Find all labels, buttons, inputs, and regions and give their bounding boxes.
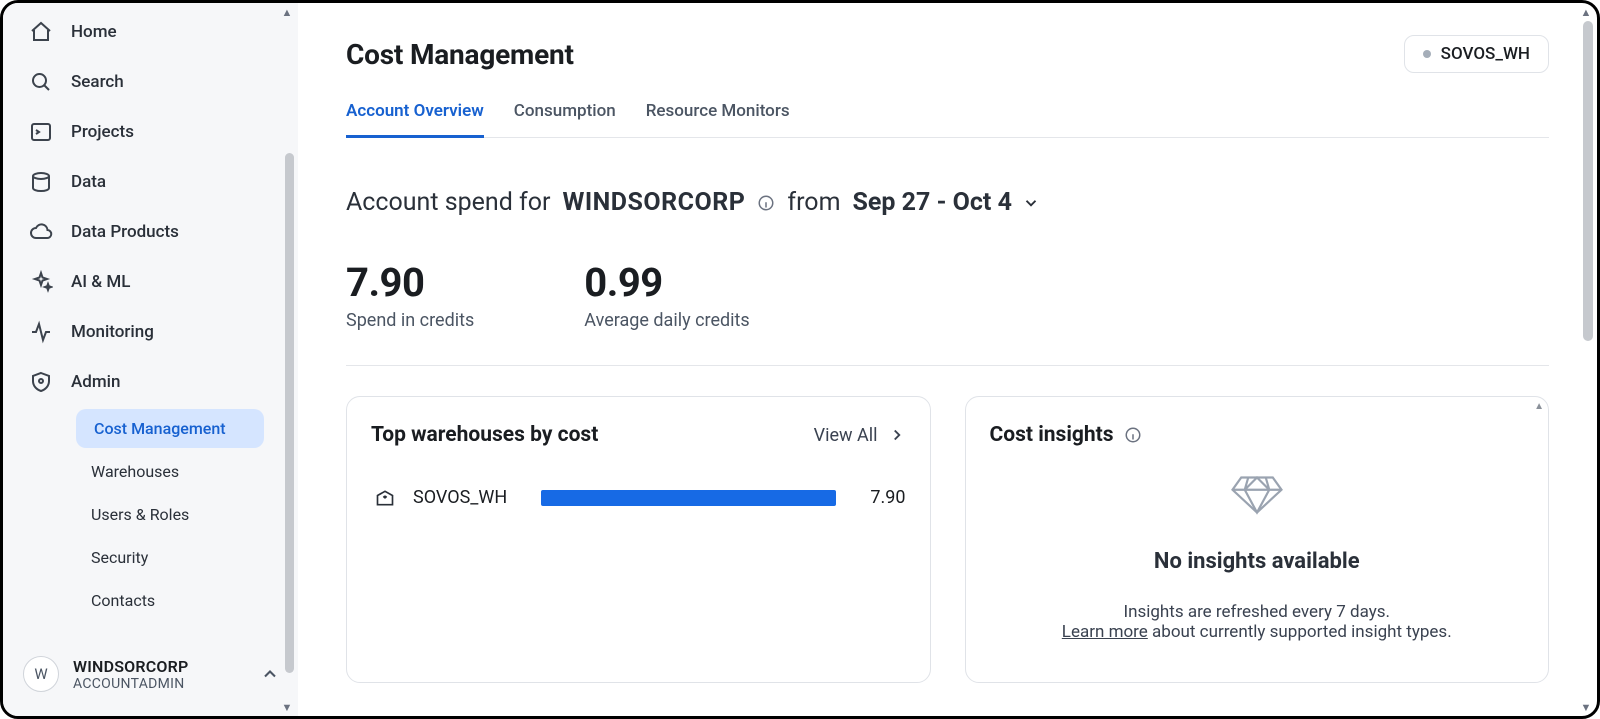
section-divider	[346, 365, 1549, 366]
info-icon[interactable]	[757, 194, 775, 212]
spend-summary: Account spend for WINDSORCORP from Sep 2…	[346, 188, 1549, 217]
nav-item-data-products[interactable]: Data Products	[15, 207, 286, 257]
nav-label: Home	[71, 22, 117, 42]
chevron-right-icon	[888, 426, 906, 444]
admin-subnav: Cost Management Warehouses Users & Roles…	[15, 407, 286, 622]
account-text: WINDSORCORP ACCOUNTADMIN	[73, 657, 188, 692]
nav-label: Search	[71, 72, 124, 92]
warehouse-cost: 7.90	[854, 487, 906, 508]
insights-title: Cost insights	[990, 423, 1114, 447]
warehouse-row[interactable]: SOVOS_WH 7.90	[371, 487, 906, 508]
nav-label: Admin	[71, 372, 120, 392]
tab-account-overview[interactable]: Account Overview	[346, 101, 484, 138]
card-header: Cost insights	[990, 423, 1525, 447]
account-switcher[interactable]: W WINDSORCORP ACCOUNTADMIN	[3, 642, 298, 716]
card-header: Top warehouses by cost View All	[371, 423, 906, 447]
subnav-security[interactable]: Security	[73, 538, 286, 577]
app-frame: ▲ ▼ Home Search Projects	[0, 0, 1600, 719]
main-scrollbar-thumb[interactable]	[1583, 21, 1593, 341]
warehouse-context-pill[interactable]: SOVOS_WH	[1404, 35, 1549, 73]
insights-sub-line1: Insights are refreshed every 7 days.	[1062, 602, 1452, 622]
chevron-up-icon	[260, 664, 280, 684]
nav-label: Data Products	[71, 222, 179, 242]
nav-item-ai-ml[interactable]: AI & ML	[15, 257, 286, 307]
date-range-picker[interactable]: Sep 27 - Oct 4	[853, 188, 1040, 217]
stat-total-label: Spend in credits	[346, 310, 474, 331]
search-icon	[29, 70, 53, 94]
learn-more-link[interactable]: Learn more	[1062, 622, 1148, 642]
stats-row: 7.90 Spend in credits 0.99 Average daily…	[346, 259, 1549, 331]
nav-label: AI & ML	[71, 272, 130, 292]
header-row: Cost Management SOVOS_WH	[346, 27, 1549, 73]
home-icon	[29, 20, 53, 44]
status-dot-icon	[1423, 50, 1431, 58]
sparkle-icon	[29, 270, 53, 294]
nav-label: Monitoring	[71, 322, 154, 342]
warehouse-context-label: SOVOS_WH	[1441, 44, 1530, 64]
stat-avg-label: Average daily credits	[584, 310, 749, 331]
page-title: Cost Management	[346, 38, 574, 71]
insights-sub-tail: about currently supported insight types.	[1148, 622, 1452, 642]
main-wrap: ▲ ▼ Cost Management SOVOS_WH Account Ove…	[298, 3, 1597, 716]
cost-insights-card: ▲ Cost insights	[965, 396, 1550, 683]
activity-icon	[29, 320, 53, 344]
cost-bar	[541, 490, 836, 506]
cloud-icon	[29, 220, 53, 244]
insights-empty-state: No insights available Insights are refre…	[990, 471, 1525, 642]
database-icon	[29, 170, 53, 194]
sidebar-scroll-down-icon[interactable]: ▼	[280, 700, 294, 714]
account-role: ACCOUNTADMIN	[73, 676, 188, 692]
nav-item-data[interactable]: Data	[15, 157, 286, 207]
sidebar: ▲ ▼ Home Search Projects	[3, 3, 298, 716]
stat-avg-credits: 0.99 Average daily credits	[584, 259, 749, 331]
sidebar-scrollbar-track[interactable]: ▲ ▼	[280, 3, 298, 716]
spend-account: WINDSORCORP	[562, 188, 745, 217]
top-warehouses-card: Top warehouses by cost View All SOVOS_WH…	[346, 396, 931, 683]
nav-item-home[interactable]: Home	[15, 7, 286, 57]
warehouse-icon	[375, 488, 395, 508]
nav-label: Data	[71, 172, 106, 192]
insights-subtext: Insights are refreshed every 7 days. Lea…	[1062, 602, 1452, 642]
spend-prefix: Account spend for	[346, 188, 550, 217]
stat-total-credits: 7.90 Spend in credits	[346, 259, 474, 331]
view-all-button[interactable]: View All	[814, 425, 906, 446]
chevron-down-icon	[1022, 194, 1040, 212]
nav-item-search[interactable]: Search	[15, 57, 286, 107]
diamond-icon	[1229, 471, 1285, 527]
subnav-warehouses[interactable]: Warehouses	[73, 452, 286, 491]
main-scroll-down-icon[interactable]: ▼	[1579, 700, 1593, 714]
main-scroll-up-icon[interactable]: ▲	[1579, 5, 1593, 19]
nav: Home Search Projects Data	[3, 3, 298, 642]
card-title: Top warehouses by cost	[371, 423, 598, 447]
main: Cost Management SOVOS_WH Account Overvie…	[298, 3, 1597, 716]
no-insights-headline: No insights available	[1154, 549, 1360, 574]
tab-consumption[interactable]: Consumption	[514, 101, 616, 138]
subnav-users-roles[interactable]: Users & Roles	[73, 495, 286, 534]
nav-item-projects[interactable]: Projects	[15, 107, 286, 157]
date-range-label: Sep 27 - Oct 4	[853, 188, 1012, 217]
nav-item-admin[interactable]: Admin	[15, 357, 286, 407]
nav-item-monitoring[interactable]: Monitoring	[15, 307, 286, 357]
card-title: Cost insights	[990, 423, 1142, 447]
warehouse-name: SOVOS_WH	[413, 487, 523, 508]
tabs: Account Overview Consumption Resource Mo…	[346, 101, 1549, 138]
subnav-cost-management[interactable]: Cost Management	[76, 409, 264, 448]
card-scroll-up-icon[interactable]: ▲	[1534, 401, 1544, 412]
shield-icon	[29, 370, 53, 394]
sidebar-scroll-up-icon[interactable]: ▲	[280, 5, 294, 19]
stat-total-value: 7.90	[346, 259, 474, 306]
cards-row: Top warehouses by cost View All SOVOS_WH…	[346, 396, 1549, 683]
account-org: WINDSORCORP	[73, 657, 188, 676]
subnav-contacts[interactable]: Contacts	[73, 581, 286, 620]
projects-icon	[29, 120, 53, 144]
insights-sub-line2: Learn more about currently supported ins…	[1062, 622, 1452, 642]
view-all-label: View All	[814, 425, 878, 446]
nav-label: Projects	[71, 122, 134, 142]
info-icon[interactable]	[1124, 426, 1142, 444]
stat-avg-value: 0.99	[584, 259, 749, 306]
tab-resource-monitors[interactable]: Resource Monitors	[646, 101, 790, 138]
sidebar-scrollbar-thumb[interactable]	[285, 153, 294, 673]
spend-from: from	[787, 188, 840, 217]
avatar: W	[23, 656, 59, 692]
